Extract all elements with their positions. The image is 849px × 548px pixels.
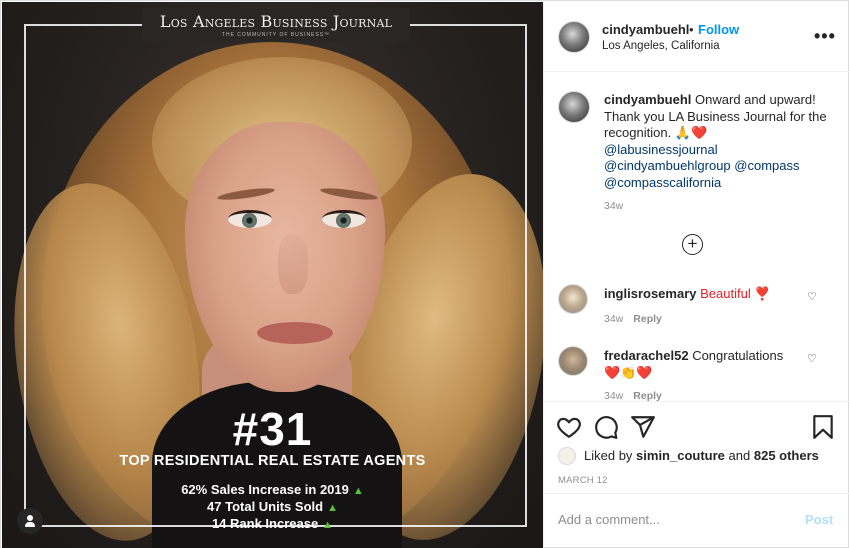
more-options-icon[interactable]: ••• [814,27,836,45]
instagram-post-modal: Los Angeles Business Journal THE COMMUNI… [0,0,849,548]
masthead-title: Los Angeles Business Journal [159,12,393,31]
user-tag-icon[interactable] [17,508,43,534]
add-comment-input[interactable]: Add a comment... [558,512,660,527]
reply-button[interactable]: Reply [633,313,662,325]
header-username[interactable]: cindyambuehl [602,22,689,37]
liked-by-prefix: Liked by [584,448,633,463]
stat-text: 47 Total Units Sold [207,499,324,514]
masthead-subtitle: THE COMMUNITY OF BUSINESS™ [221,32,331,38]
add-comment-bar: Add a comment... Post [544,493,849,548]
caption-time[interactable]: 34w [604,200,623,212]
comment-body: inglisrosemary Beautiful ❣️ [604,286,804,303]
stat-line: 62% Sales Increase in 2019 ▲ [2,482,543,497]
stat-line: 47 Total Units Sold ▲ [2,499,543,514]
avatar[interactable] [558,346,588,376]
comment: fredarachel52 Congratulations ❤️👏❤️ 34w R… [544,346,849,401]
share-paper-plane-icon[interactable] [630,414,656,440]
tag-head [27,515,33,521]
mention-link[interactable]: @compasscalifornia [604,175,836,192]
liked-by: Liked by simin_couture and 825 others [584,448,819,463]
stat-line: 14 Rank Increase ▲ [2,516,543,531]
like-heart-icon[interactable] [556,414,582,440]
liked-by-others[interactable]: 825 others [754,448,819,463]
caption-username[interactable]: cindyambuehl [604,92,691,107]
rank-title: TOP RESIDENTIAL REAL ESTATE AGENTS [119,453,426,469]
comment-username[interactable]: inglisrosemary [604,286,697,301]
reply-button[interactable]: Reply [633,390,662,401]
mention-link[interactable]: @cindyambuehlgroup [604,158,731,173]
comment-username[interactable]: fredarachel52 [604,348,689,363]
caption: cindyambuehl Onward and upward! Thank yo… [604,92,836,191]
avatar[interactable] [558,447,576,465]
follow-button[interactable]: Follow [698,22,739,37]
liked-by-user[interactable]: simin_couture [636,448,725,463]
save-bookmark-icon[interactable] [810,414,836,440]
load-more-comments-icon[interactable]: + [682,234,703,255]
magazine-masthead: Los Angeles Business Journal THE COMMUNI… [142,8,410,42]
up-arrow-icon: ▲ [322,519,334,531]
liked-by-middle: and [728,448,751,463]
avatar[interactable] [558,284,588,314]
save-bookmark-icon-svg [813,415,833,439]
location-link[interactable]: Los Angeles, California [602,40,720,52]
post-header: cindyambuehl • Follow Los Angeles, Calif… [544,2,849,72]
comment-bubble-icon[interactable] [593,414,619,440]
separator-dot: • [689,22,694,37]
comment-time[interactable]: 34w [604,313,623,325]
like-heart-icon-svg [557,417,581,439]
post-date[interactable]: MARCH 12 [558,475,608,486]
rank-number: #31 [232,403,313,455]
avatar[interactable] [558,91,590,123]
mention-link[interactable]: @compass [734,158,799,173]
tag-body [25,522,35,527]
post-image[interactable]: Los Angeles Business Journal THE COMMUNI… [2,2,543,548]
comment-body: fredarachel52 Congratulations ❤️👏❤️ [604,348,804,381]
comment-like-heart-icon[interactable]: ♡ [807,290,817,303]
comment-emoji: ❤️👏❤️ [604,364,653,380]
comment-text: Congratulations [692,348,784,363]
mention-link[interactable]: @labusinessjournal [604,142,836,159]
comment-meta: 34w Reply [604,313,662,325]
stat-text: 62% Sales Increase in 2019 [181,482,349,497]
comment-time[interactable]: 34w [604,390,623,401]
comment-bubble-icon-svg [595,416,618,439]
share-paper-plane-icon-svg [631,416,655,438]
stat-text: 14 Rank Increase [211,516,319,531]
up-arrow-icon: ▲ [352,485,364,497]
up-arrow-icon: ▲ [327,502,338,514]
avatar[interactable] [558,21,590,53]
comments-list[interactable]: cindyambuehl Onward and upward! Thank yo… [544,73,849,401]
post-side-panel: cindyambuehl • Follow Los Angeles, Calif… [543,2,849,548]
comment-like-heart-icon[interactable]: ♡ [807,352,817,365]
comment-meta: 34w Reply [604,390,662,401]
comment: inglisrosemary Beautiful ❣️ 34w Reply ♡ [544,284,849,348]
post-actions: Liked by simin_couture and 825 others MA… [544,401,849,493]
comment-text: Beautiful ❣️ [700,286,771,301]
post-comment-button[interactable]: Post [805,512,833,527]
